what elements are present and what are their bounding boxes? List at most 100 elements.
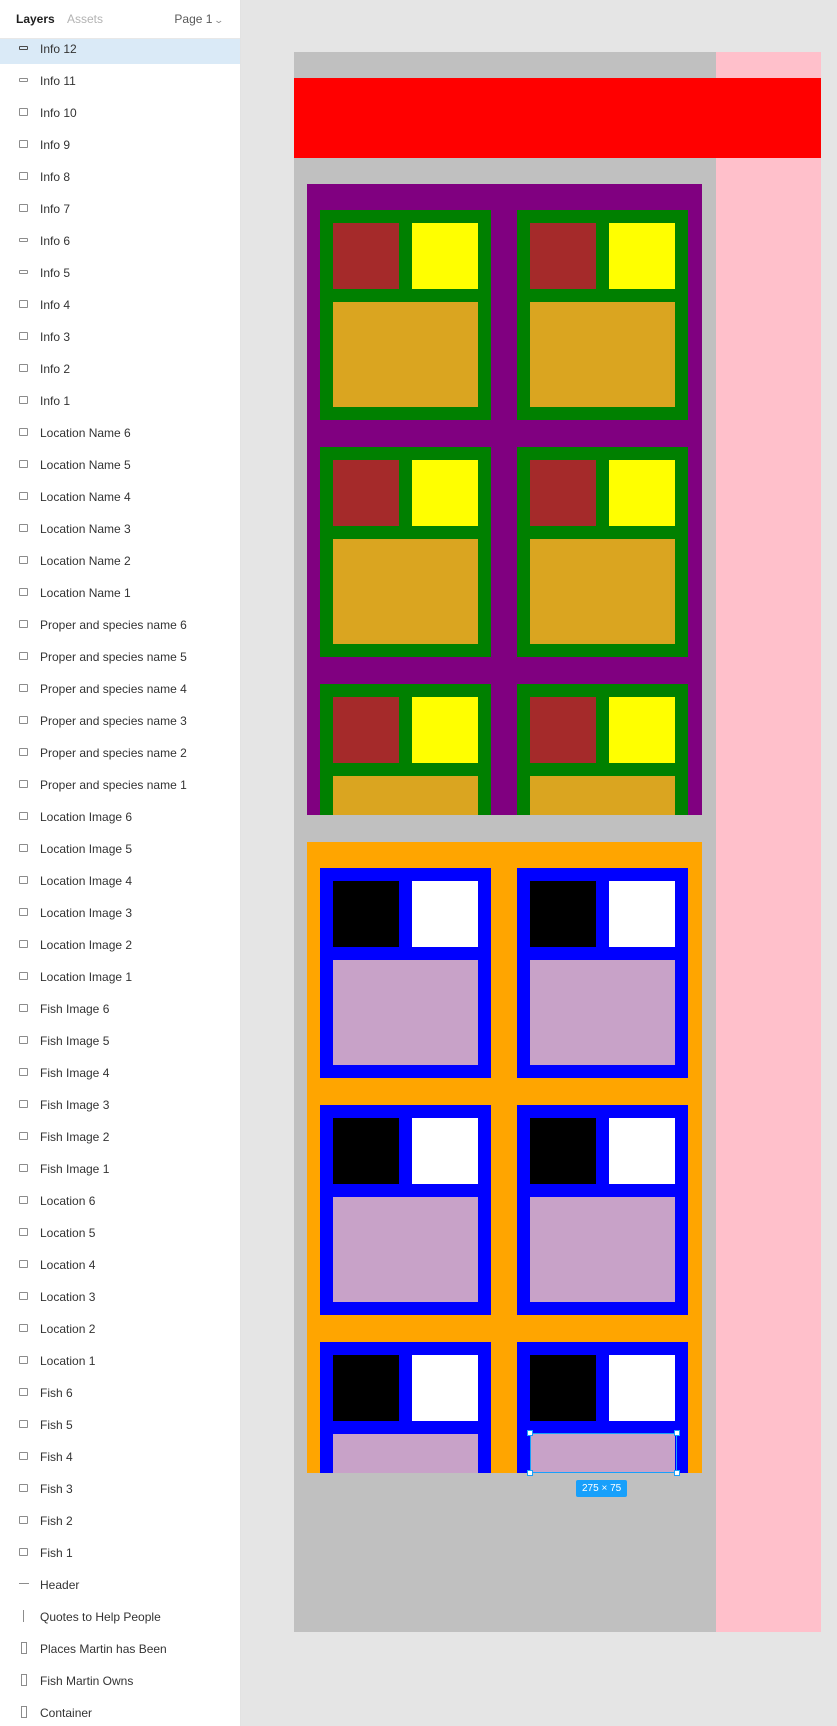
location-image-5[interactable]: [333, 1355, 399, 1421]
layer-row-proper-and-species-name-1[interactable]: Proper and species name 1: [0, 768, 240, 800]
fish-image-5[interactable]: [333, 697, 399, 763]
layer-row-container[interactable]: Container: [0, 1696, 240, 1726]
location-name-5[interactable]: [412, 1355, 478, 1421]
location-name-3[interactable]: [412, 1118, 478, 1184]
layer-row-location-name-5[interactable]: Location Name 5: [0, 448, 240, 480]
fish-image-6[interactable]: [530, 697, 596, 763]
layer-row-fish-1[interactable]: Fish 1: [0, 1536, 240, 1568]
location-name-4[interactable]: [609, 1118, 675, 1184]
layer-row-info-4[interactable]: Info 4: [0, 288, 240, 320]
layer-row-proper-and-species-name-6[interactable]: Proper and species name 6: [0, 608, 240, 640]
location-name-2[interactable]: [609, 881, 675, 947]
layer-row-location-1[interactable]: Location 1: [0, 1344, 240, 1376]
proper-and-species-name-1[interactable]: [412, 223, 478, 289]
tab-layers[interactable]: Layers: [16, 12, 55, 26]
layer-row-info-9[interactable]: Info 9: [0, 128, 240, 160]
layer-row-location-image-4[interactable]: Location Image 4: [0, 864, 240, 896]
layer-row-quotes-to-help-people[interactable]: Quotes to Help People: [0, 1600, 240, 1632]
selection-box[interactable]: [527, 1430, 680, 1476]
layer-row-fish-image-4[interactable]: Fish Image 4: [0, 1056, 240, 1088]
places-martin-has-been-frame[interactable]: [307, 842, 702, 1473]
layer-row-info-1[interactable]: Info 1: [0, 384, 240, 416]
layer-row-fish-image-1[interactable]: Fish Image 1: [0, 1152, 240, 1184]
layer-row-fish-3[interactable]: Fish 3: [0, 1472, 240, 1504]
layer-row-info-2[interactable]: Info 2: [0, 352, 240, 384]
proper-and-species-name-4[interactable]: [609, 460, 675, 526]
location-image-6[interactable]: [530, 1355, 596, 1421]
fish-5-card[interactable]: [320, 684, 491, 815]
info-4[interactable]: [530, 539, 675, 644]
layer-row-location-image-2[interactable]: Location Image 2: [0, 928, 240, 960]
layer-row-location-name-6[interactable]: Location Name 6: [0, 416, 240, 448]
info-1[interactable]: [333, 302, 478, 407]
location-1-card[interactable]: [320, 868, 491, 1078]
location-image-3[interactable]: [333, 1118, 399, 1184]
layer-row-fish-image-5[interactable]: Fish Image 5: [0, 1024, 240, 1056]
layer-row-location-image-3[interactable]: Location Image 3: [0, 896, 240, 928]
layer-row-proper-and-species-name-4[interactable]: Proper and species name 4: [0, 672, 240, 704]
info-9[interactable]: [333, 1197, 478, 1302]
layer-row-location-name-1[interactable]: Location Name 1: [0, 576, 240, 608]
layer-row-location-name-2[interactable]: Location Name 2: [0, 544, 240, 576]
page-selector[interactable]: Page 1⌄: [174, 12, 224, 26]
info-5[interactable]: [333, 776, 478, 815]
layer-row-proper-and-species-name-5[interactable]: Proper and species name 5: [0, 640, 240, 672]
header-frame[interactable]: [294, 78, 821, 158]
fish-3-card[interactable]: [320, 447, 491, 657]
layer-row-location-name-3[interactable]: Location Name 3: [0, 512, 240, 544]
location-2-card[interactable]: [517, 868, 688, 1078]
fish-4-card[interactable]: [517, 447, 688, 657]
location-name-1[interactable]: [412, 881, 478, 947]
fish-image-1[interactable]: [333, 223, 399, 289]
layer-row-fish-martin-owns[interactable]: Fish Martin Owns: [0, 1664, 240, 1696]
info-10[interactable]: [530, 1197, 675, 1302]
resize-handle-bottom-right[interactable]: [674, 1470, 680, 1476]
layer-row-location-5[interactable]: Location 5: [0, 1216, 240, 1248]
proper-and-species-name-3[interactable]: [412, 460, 478, 526]
location-3-card[interactable]: [320, 1105, 491, 1315]
fish-image-2[interactable]: [530, 223, 596, 289]
layer-row-location-6[interactable]: Location 6: [0, 1184, 240, 1216]
layer-row-fish-image-6[interactable]: Fish Image 6: [0, 992, 240, 1024]
location-image-4[interactable]: [530, 1118, 596, 1184]
layer-row-fish-image-3[interactable]: Fish Image 3: [0, 1088, 240, 1120]
fish-2-card[interactable]: [517, 210, 688, 420]
resize-handle-top-right[interactable]: [674, 1430, 680, 1436]
design-canvas[interactable]: 275 × 75: [241, 0, 837, 1726]
fish-martin-owns-frame[interactable]: [307, 184, 702, 815]
layer-row-info-7[interactable]: Info 7: [0, 192, 240, 224]
proper-and-species-name-6[interactable]: [609, 697, 675, 763]
info-8[interactable]: [530, 960, 675, 1065]
proper-and-species-name-5[interactable]: [412, 697, 478, 763]
fish-1-card[interactable]: [320, 210, 491, 420]
layer-row-location-4[interactable]: Location 4: [0, 1248, 240, 1280]
layer-row-info-10[interactable]: Info 10: [0, 96, 240, 128]
fish-image-3[interactable]: [333, 460, 399, 526]
layer-row-info-11[interactable]: Info 11: [0, 64, 240, 96]
layer-row-location-image-6[interactable]: Location Image 6: [0, 800, 240, 832]
layer-row-fish-image-2[interactable]: Fish Image 2: [0, 1120, 240, 1152]
location-image-1[interactable]: [333, 881, 399, 947]
layer-row-fish-5[interactable]: Fish 5: [0, 1408, 240, 1440]
layer-row-fish-2[interactable]: Fish 2: [0, 1504, 240, 1536]
layer-row-fish-6[interactable]: Fish 6: [0, 1376, 240, 1408]
location-image-2[interactable]: [530, 881, 596, 947]
layer-row-location-image-5[interactable]: Location Image 5: [0, 832, 240, 864]
proper-and-species-name-2[interactable]: [609, 223, 675, 289]
fish-6-card[interactable]: [517, 684, 688, 815]
layer-row-proper-and-species-name-2[interactable]: Proper and species name 2: [0, 736, 240, 768]
resize-handle-bottom-left[interactable]: [527, 1470, 533, 1476]
layer-row-proper-and-species-name-3[interactable]: Proper and species name 3: [0, 704, 240, 736]
info-3[interactable]: [333, 539, 478, 644]
layer-row-info-8[interactable]: Info 8: [0, 160, 240, 192]
info-7[interactable]: [333, 960, 478, 1065]
layer-row-fish-4[interactable]: Fish 4: [0, 1440, 240, 1472]
fish-image-4[interactable]: [530, 460, 596, 526]
location-name-6[interactable]: [609, 1355, 675, 1421]
layer-row-places-martin-has-been[interactable]: Places Martin has Been: [0, 1632, 240, 1664]
resize-handle-top-left[interactable]: [527, 1430, 533, 1436]
layer-row-location-2[interactable]: Location 2: [0, 1312, 240, 1344]
info-11[interactable]: [333, 1434, 478, 1473]
layer-row-header[interactable]: Header: [0, 1568, 240, 1600]
info-6[interactable]: [530, 776, 675, 815]
